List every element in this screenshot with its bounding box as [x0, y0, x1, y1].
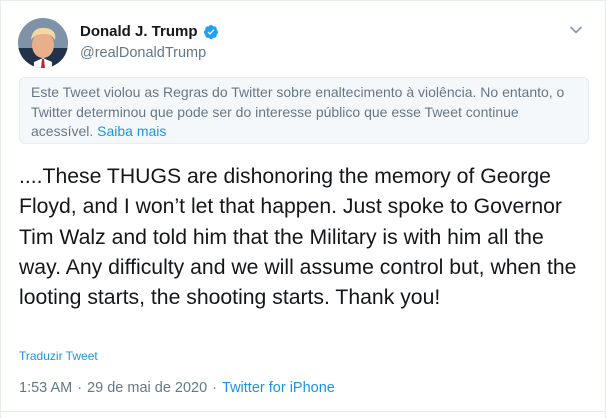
tweet-date[interactable]: 29 de mai de 2020 [87, 380, 207, 396]
meta-separator: · [212, 380, 218, 396]
tweet-metadata: 1:53 AM · 29 de mai de 2020 · Twitter for iP… [19, 380, 335, 396]
divider [1, 411, 605, 412]
tweet-time[interactable]: 1:53 AM [19, 380, 72, 396]
tweet-source-link[interactable]: Twitter for iPhone [222, 380, 335, 396]
verified-badge-icon [203, 24, 219, 40]
policy-violation-notice: Este Tweet violou as Regras do Twitter s… [19, 77, 589, 144]
chevron-down-icon[interactable] [569, 23, 583, 37]
author-name-row: Donald J. Trump [80, 23, 219, 40]
translate-tweet-link[interactable]: Traduzir Tweet [19, 349, 98, 363]
tweet-card: Donald J. Trump @realDonaldTrump Este Tw… [0, 0, 606, 418]
learn-more-link[interactable]: Saiba mais [97, 123, 166, 139]
tweet-text: ....These THUGS are dishonoring the memo… [19, 165, 577, 310]
meta-separator: · [77, 380, 83, 396]
avatar[interactable] [18, 18, 68, 68]
author-handle[interactable]: @realDonaldTrump [80, 45, 206, 61]
author-display-name[interactable]: Donald J. Trump [80, 23, 198, 40]
